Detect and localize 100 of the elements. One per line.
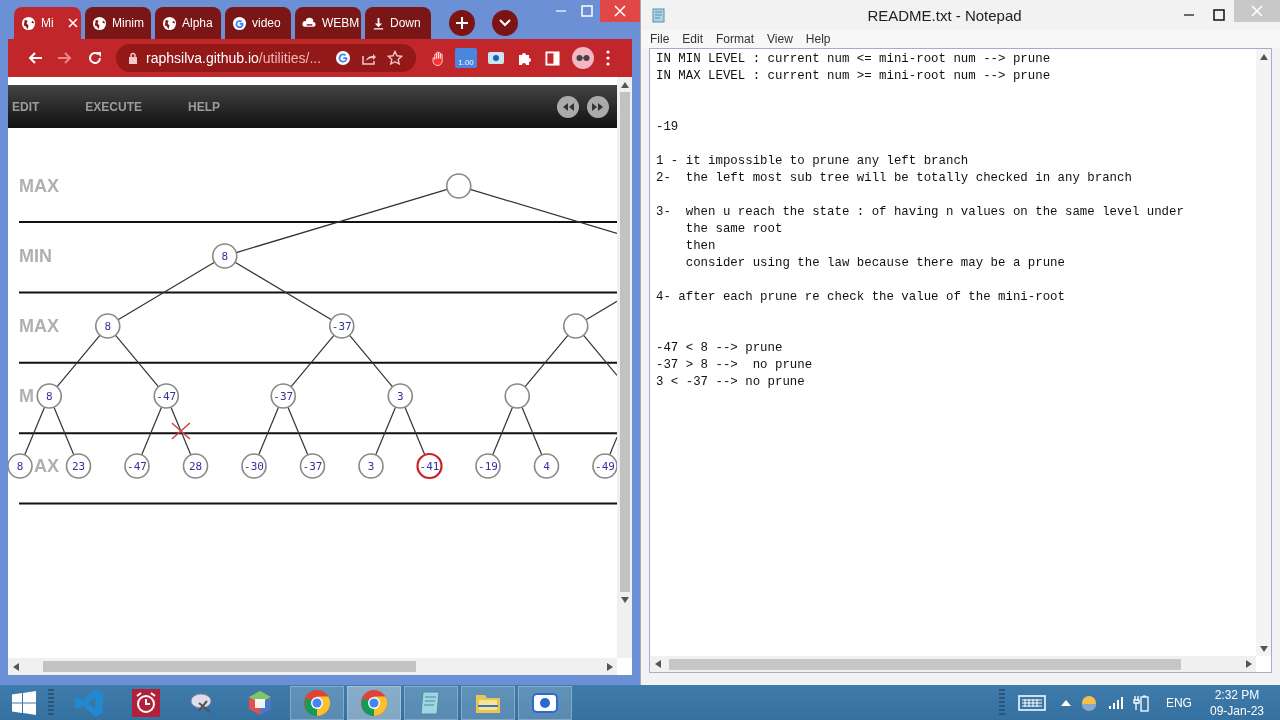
rewind-button[interactable] (557, 95, 579, 118)
horizontal-scrollbar[interactable] (650, 656, 1256, 672)
sidebar-icon[interactable] (545, 50, 560, 66)
tree-node: 8 (211, 243, 238, 269)
url-host: raphsilva.github.io (146, 50, 259, 67)
extension-badge[interactable]: 1.00 (455, 48, 477, 69)
address-bar[interactable]: raphsilva.github.io/utilities/... (116, 44, 416, 73)
browser-tab[interactable]: Down (365, 7, 431, 40)
show-hidden-icons[interactable] (1060, 699, 1071, 706)
tree-edge (258, 406, 280, 456)
menu-item[interactable]: HELP (188, 95, 221, 118)
browser-tab[interactable]: Mi (14, 7, 81, 40)
taskbar-button[interactable] (347, 685, 401, 720)
keyboard-icon[interactable] (1017, 694, 1046, 711)
tree-edge (290, 334, 335, 388)
tree-edge (287, 406, 309, 456)
close-button[interactable] (600, 0, 640, 22)
scroll-thumb[interactable] (43, 661, 416, 672)
tree-node: 8 (36, 383, 63, 409)
tree-edge (524, 334, 569, 388)
tree-node: -30 (241, 453, 267, 479)
browser-tab[interactable]: Minim (85, 7, 151, 40)
tree-node: -19 (475, 453, 501, 479)
tree-node: 28 (182, 453, 209, 479)
text-line: -37 > 8 --> no prune (656, 358, 813, 372)
menu-item[interactable]: File (650, 32, 670, 46)
clock-date[interactable]: 09-Jan-23 (1209, 702, 1264, 719)
download-icon (372, 17, 385, 30)
text-line: 3 < -37 --> no prune (656, 375, 805, 389)
menu-icon[interactable] (606, 50, 610, 67)
globe-icon (162, 16, 177, 31)
tree-node: -47 (153, 383, 180, 409)
tree-edge (56, 334, 101, 388)
menu-item[interactable]: Help (805, 32, 831, 46)
tree-node: 4 (533, 453, 560, 479)
fast-forward-button[interactable] (587, 95, 609, 118)
taskbar-button[interactable] (404, 685, 458, 720)
menu-item[interactable]: EXECUTE (85, 95, 143, 118)
maximize-icon[interactable] (1213, 9, 1225, 21)
browser-tab[interactable]: Alpha (155, 7, 221, 40)
level-label: M (19, 386, 34, 406)
taskbar-button[interactable] (518, 685, 572, 720)
weather-icon[interactable] (1080, 694, 1097, 711)
menu-item[interactable]: Format (716, 32, 755, 46)
cloud-icon (302, 17, 317, 30)
signal-icon[interactable] (1106, 694, 1123, 711)
tree-node: -37 (270, 383, 297, 409)
url-path: /utilities/... (258, 50, 322, 67)
vertical-scrollbar[interactable] (1256, 49, 1271, 656)
horizontal-scrollbar[interactable] (8, 658, 617, 675)
tree-edge (492, 406, 514, 456)
plus-icon (455, 16, 469, 31)
language-indicator[interactable]: ENG (1165, 695, 1192, 710)
taskbar-button[interactable] (461, 685, 515, 720)
chrome-icon (303, 688, 331, 717)
tree-node: -41 (416, 452, 443, 480)
tree-edge (114, 334, 160, 388)
chevron-icon (499, 19, 511, 28)
tab-search-button[interactable] (492, 10, 518, 37)
tree-edge (53, 406, 75, 456)
star-icon[interactable] (387, 50, 404, 67)
menu-item[interactable]: View (767, 32, 793, 46)
lock-icon[interactable] (128, 52, 138, 65)
taskbar-button[interactable] (290, 685, 344, 720)
avatar-icon[interactable] (572, 47, 594, 70)
code-editor-icon (74, 687, 104, 718)
scroll-thumb[interactable] (619, 92, 630, 592)
browser-tab[interactable]: WEBM (295, 7, 361, 40)
tree-node (445, 173, 472, 199)
text-line: IN MAX LEVEL : current num >= mini-root num --> prune (656, 69, 1051, 83)
level-label: MAX (19, 176, 59, 196)
close-icon (614, 5, 626, 17)
tree-edge (375, 406, 397, 456)
tree-node (562, 313, 589, 339)
browser-tab[interactable]: video (225, 7, 291, 40)
puzzle-icon[interactable] (517, 50, 533, 67)
battery-icon[interactable] (1132, 693, 1149, 712)
cube-icon (246, 688, 274, 717)
tree-edge (404, 406, 426, 456)
menu-item[interactable]: Edit (682, 32, 704, 46)
globe-icon (21, 16, 36, 31)
clock-time[interactable]: 2:32 PM (1209, 686, 1264, 703)
vertical-scrollbar[interactable] (617, 77, 632, 658)
scroll-thumb[interactable] (669, 658, 1181, 670)
screen-icon[interactable] (487, 51, 505, 66)
level-label: AX (34, 456, 59, 476)
tree-edge (348, 334, 394, 388)
hand-icon[interactable] (432, 50, 445, 66)
text-line: 1 - it impossible to prune any left branch (656, 154, 969, 168)
close-icon[interactable] (68, 18, 78, 29)
level-label: MIN (19, 246, 52, 266)
close-icon (1251, 5, 1263, 17)
text-line: 4- after each prune re check the value of the mini-root (656, 290, 1065, 304)
text-line: IN MIN LEVEL : current num <= mini-root num --> prune (656, 52, 1051, 66)
tree-edge (609, 436, 617, 456)
menu-item[interactable]: EDIT (12, 95, 40, 118)
new-tab-button[interactable] (449, 10, 475, 37)
window-title: README.txt - Notepad (866, 6, 1023, 24)
tree-node (504, 383, 531, 409)
google-icon[interactable] (335, 50, 352, 67)
